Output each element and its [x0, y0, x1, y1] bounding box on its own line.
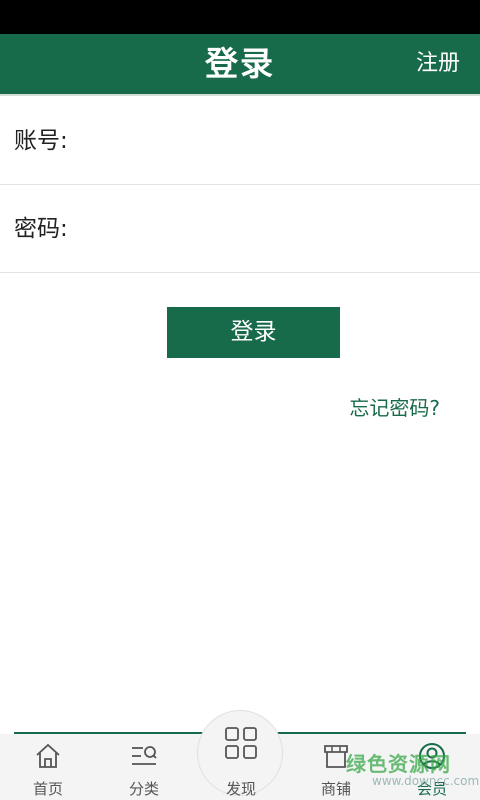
watermark-url: www.downcc.com	[372, 774, 480, 788]
home-icon	[36, 743, 60, 768]
tab-discover[interactable]: 发现	[197, 710, 283, 798]
tab-home[interactable]: 首页	[0, 734, 96, 800]
tab-discover-label: 发现	[225, 780, 256, 798]
register-link[interactable]: 注册	[416, 34, 460, 94]
account-row: 账号:	[0, 97, 480, 185]
category-icon	[132, 746, 157, 765]
password-input[interactable]	[80, 205, 460, 253]
watermark: 绿色资源网 www.downcc.com	[342, 748, 479, 798]
tab-home-label: 首页	[32, 780, 63, 798]
watermark-text: 绿色资源网	[346, 752, 451, 776]
account-label: 账号:	[14, 128, 68, 154]
header: 登录 注册	[0, 34, 480, 96]
forgot-password-link[interactable]: 忘记密码?	[349, 392, 440, 421]
password-row: 密码:	[0, 185, 480, 273]
tab-category[interactable]: 分类	[96, 734, 192, 800]
discover-icon	[225, 727, 257, 759]
tab-category-label: 分类	[128, 780, 159, 798]
status-bar	[0, 0, 480, 34]
page-title: 登录	[205, 44, 275, 83]
login-button[interactable]: 登录	[167, 307, 340, 358]
account-input[interactable]	[80, 117, 460, 165]
password-label: 密码:	[14, 216, 68, 242]
